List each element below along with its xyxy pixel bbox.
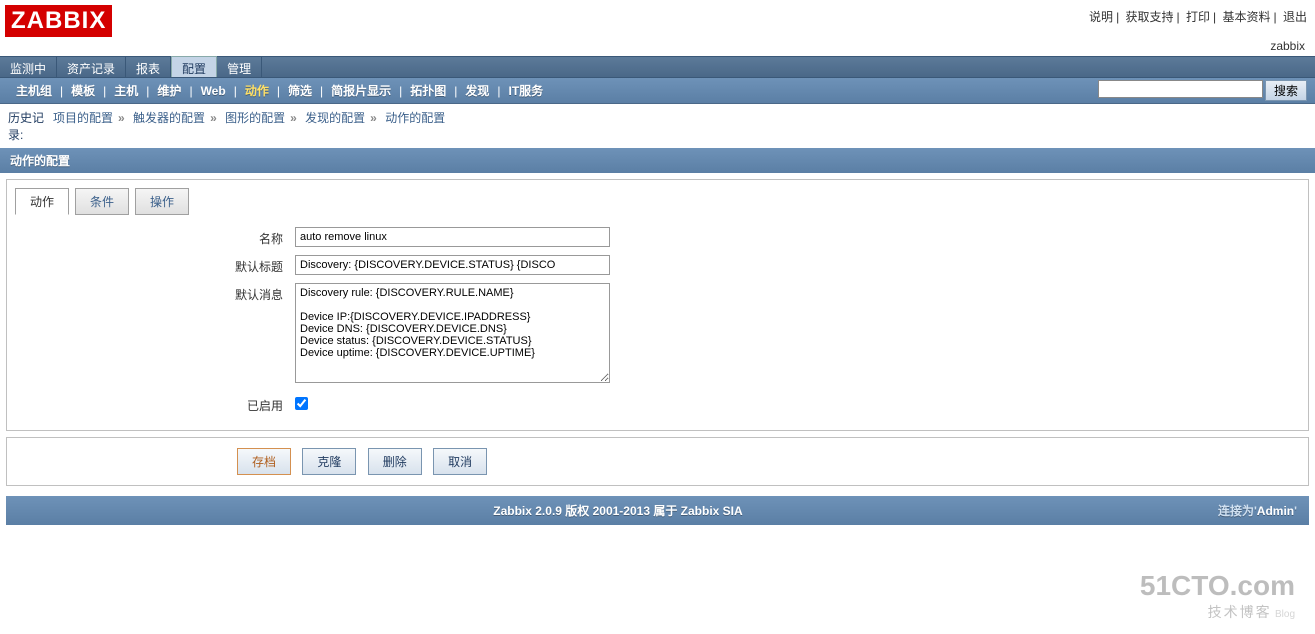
crumb-actions[interactable]: 动作的配置	[385, 111, 445, 125]
subnav-itservices[interactable]: IT服务	[501, 82, 552, 99]
subnav-hostgroups[interactable]: 主机组	[8, 82, 60, 99]
link-print[interactable]: 打印	[1186, 10, 1210, 24]
subject-field[interactable]	[295, 255, 610, 275]
subnav-web[interactable]: Web	[193, 84, 234, 98]
subnav-screens[interactable]: 筛选	[280, 82, 320, 99]
user-label: zabbix	[0, 37, 1315, 56]
top-links: 说明| 获取支持| 打印| 基本资料| 退出	[1089, 8, 1307, 25]
link-logout[interactable]: 退出	[1283, 10, 1307, 24]
section-title: 动作的配置	[0, 148, 1315, 173]
subnav-hosts[interactable]: 主机	[106, 82, 146, 99]
subnav-templates[interactable]: 模板	[63, 82, 103, 99]
footer-user: 连接为'Admin'	[1218, 502, 1297, 519]
link-support[interactable]: 获取支持	[1126, 10, 1174, 24]
breadcrumb: 项目的配置» 触发器的配置» 图形的配置» 发现的配置» 动作的配置	[53, 109, 445, 143]
crumb-discovery[interactable]: 发现的配置	[305, 111, 365, 125]
save-button[interactable]: 存档	[237, 448, 291, 475]
sub-nav: 主机组| 模板| 主机| 维护| Web| 动作| 筛选| 简报片显示| 拓扑图…	[0, 78, 1315, 104]
name-field[interactable]	[295, 227, 610, 247]
cancel-button[interactable]: 取消	[433, 448, 487, 475]
crumb-graphs[interactable]: 图形的配置	[225, 111, 285, 125]
nav-monitoring[interactable]: 监测中	[0, 57, 57, 77]
nav-inventory[interactable]: 资产记录	[57, 57, 126, 77]
footer-copyright: Zabbix 2.0.9 版权 2001-2013 属于 Zabbix SIA	[18, 502, 1218, 519]
crumb-triggers[interactable]: 触发器的配置	[133, 111, 205, 125]
nav-reports[interactable]: 报表	[126, 57, 171, 77]
form-container: 动作 条件 操作 名称 默认标题 默认消息 Discovery rule: {D…	[6, 179, 1309, 431]
message-label: 默认消息	[15, 283, 295, 386]
footer: Zabbix 2.0.9 版权 2001-2013 属于 Zabbix SIA …	[6, 496, 1309, 525]
name-label: 名称	[15, 227, 295, 247]
subnav-maintenance[interactable]: 维护	[149, 82, 189, 99]
zabbix-logo: ZABBIX	[5, 5, 112, 37]
nav-configuration[interactable]: 配置	[171, 56, 217, 77]
tab-action[interactable]: 动作	[15, 188, 69, 215]
enabled-checkbox[interactable]	[295, 397, 308, 410]
watermark: 51CTO.com 技术博客 Blog	[1140, 570, 1295, 622]
link-help[interactable]: 说明	[1089, 10, 1113, 24]
message-field[interactable]: Discovery rule: {DISCOVERY.RULE.NAME} De…	[295, 283, 610, 383]
history-label: 历史记录:	[8, 109, 53, 143]
subject-label: 默认标题	[15, 255, 295, 275]
search-button[interactable]: 搜索	[1265, 80, 1307, 101]
tab-conditions[interactable]: 条件	[75, 188, 129, 215]
subnav-maps[interactable]: 拓扑图	[402, 82, 454, 99]
nav-administration[interactable]: 管理	[217, 57, 262, 77]
clone-button[interactable]: 克隆	[302, 448, 356, 475]
link-profile[interactable]: 基本资料	[1223, 10, 1271, 24]
main-nav: 监测中 资产记录 报表 配置 管理	[0, 56, 1315, 78]
tab-operations[interactable]: 操作	[135, 188, 189, 215]
subnav-discovery[interactable]: 发现	[457, 82, 497, 99]
crumb-items[interactable]: 项目的配置	[53, 111, 113, 125]
subnav-actions[interactable]: 动作	[237, 82, 277, 99]
button-row: 存档 克隆 删除 取消	[6, 437, 1309, 486]
subnav-slideshows[interactable]: 简报片显示	[323, 82, 399, 99]
search-input[interactable]	[1098, 80, 1263, 98]
delete-button[interactable]: 删除	[368, 448, 422, 475]
enabled-label: 已启用	[15, 394, 295, 414]
